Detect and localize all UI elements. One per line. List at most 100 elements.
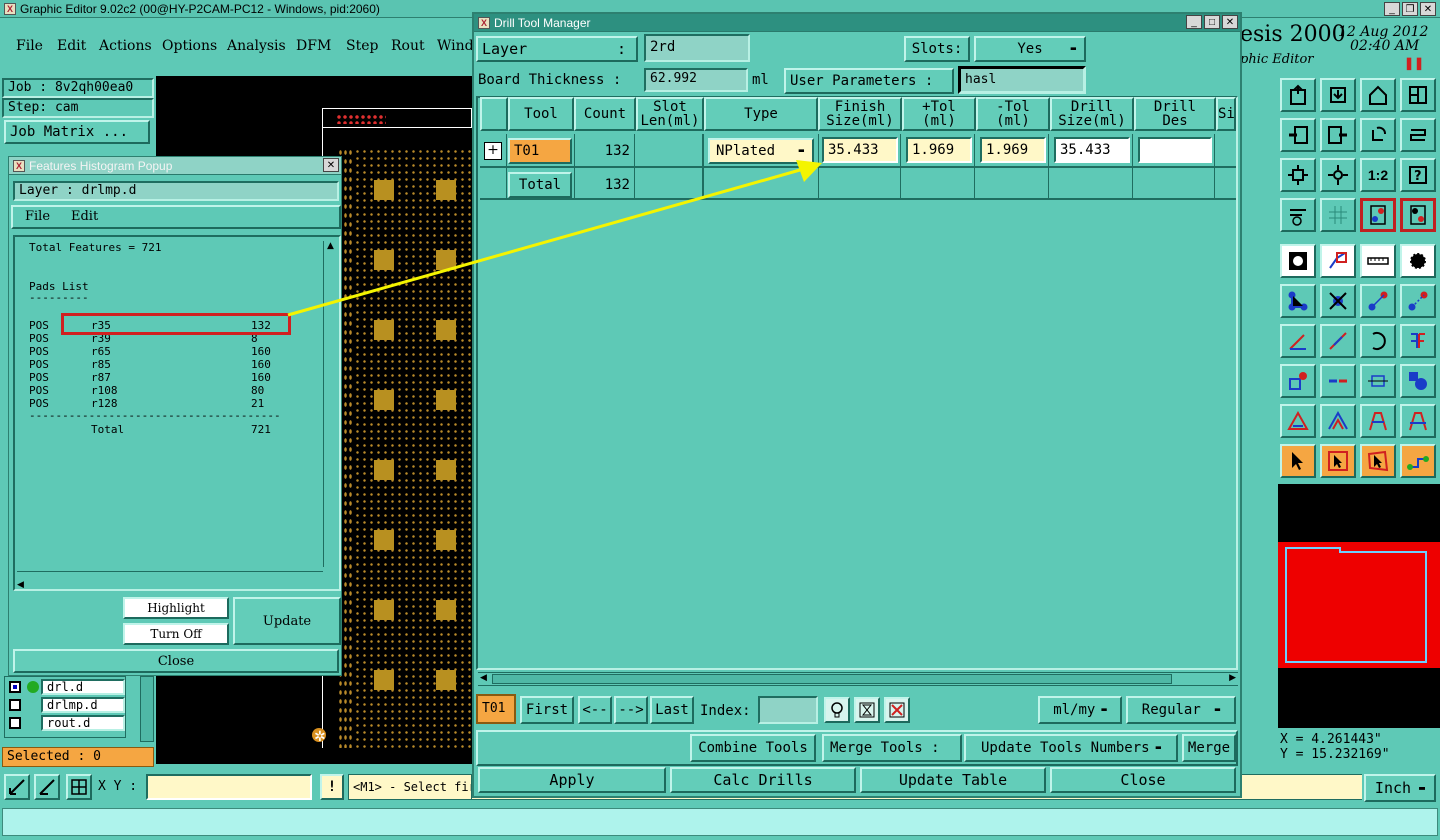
units-dropdown[interactable]: Inch ▬: [1364, 774, 1436, 802]
scale-1-2-icon[interactable]: 1:2: [1360, 158, 1396, 192]
turn-off-button[interactable]: Turn Off: [123, 623, 229, 645]
index-input[interactable]: [758, 696, 818, 724]
command-line[interactable]: [2, 808, 1438, 836]
pan-right-icon[interactable]: [1320, 118, 1356, 152]
home-icon[interactable]: [1360, 78, 1396, 112]
slots-dropdown[interactable]: Yes ▬: [974, 36, 1086, 62]
expand-row-icon[interactable]: +: [484, 142, 502, 160]
grid-icon[interactable]: [1320, 198, 1356, 232]
drill-des-input[interactable]: [1138, 137, 1212, 163]
first-button[interactable]: First: [520, 696, 574, 724]
rotate-view-icon[interactable]: [1360, 118, 1396, 152]
minimize-icon[interactable]: _: [1384, 2, 1400, 16]
menu-actions[interactable]: Actions: [99, 38, 152, 54]
line-draw-icon[interactable]: [1320, 324, 1356, 358]
plus-tol-input[interactable]: 1.969: [906, 137, 972, 163]
histogram-close-button[interactable]: Close: [13, 649, 339, 673]
select-polygon-icon[interactable]: [1360, 444, 1396, 478]
layer-button[interactable]: Layer :: [476, 36, 638, 62]
select-box-icon[interactable]: [1320, 444, 1356, 478]
layer-checkbox-drlmp[interactable]: [9, 699, 21, 711]
triangle-red-icon[interactable]: [1280, 404, 1316, 438]
menu-options[interactable]: Options: [162, 38, 217, 54]
table-horizontal-scrollbar[interactable]: ◀ ▶: [478, 672, 1238, 686]
arch-split-icon[interactable]: [1400, 404, 1436, 438]
split-line-icon[interactable]: [1320, 364, 1356, 398]
close-icon[interactable]: ✕: [1222, 15, 1238, 29]
snap-mode-icon[interactable]: [4, 774, 30, 800]
feature-outline-icon[interactable]: [1320, 244, 1356, 278]
menu-dfm[interactable]: DFM: [296, 38, 331, 54]
alert-icon[interactable]: !: [320, 774, 344, 800]
help-icon[interactable]: ?: [1400, 158, 1436, 192]
histogram-menu-edit[interactable]: Edit: [71, 209, 98, 224]
update-table-button[interactable]: Update Table: [860, 767, 1046, 793]
ruler-icon[interactable]: [1360, 244, 1396, 278]
zoom-home-icon[interactable]: [1280, 78, 1316, 112]
merge-button[interactable]: Merge: [1182, 734, 1236, 762]
move-feature-icon[interactable]: [1360, 284, 1396, 318]
layer-item-rout[interactable]: rout.d: [41, 715, 125, 731]
scroll-left-icon[interactable]: ◀: [480, 673, 487, 683]
minus-tol-input[interactable]: 1.969: [980, 137, 1046, 163]
menu-rout[interactable]: Rout: [391, 38, 425, 54]
layer-input[interactable]: 2rd: [644, 34, 750, 62]
menu-window[interactable]: Wind: [437, 38, 474, 54]
board-thickness-input[interactable]: 62.992: [644, 68, 748, 92]
layer-checkbox-drl[interactable]: [9, 681, 21, 693]
next-button[interactable]: -->: [614, 696, 648, 724]
finish-size-input[interactable]: 35.433: [822, 137, 898, 163]
combine-tools-button[interactable]: Combine Tools: [690, 734, 816, 762]
close-icon[interactable]: ✕: [1420, 2, 1436, 16]
dimension-icon[interactable]: [1360, 364, 1396, 398]
select-net-icon[interactable]: [1400, 444, 1436, 478]
units-dropdown[interactable]: ml/my ▬: [1038, 696, 1122, 724]
menu-step[interactable]: Step: [346, 38, 378, 54]
calc-drills-button[interactable]: Calc Drills: [670, 767, 856, 793]
flip-icon[interactable]: [1400, 324, 1436, 358]
menu-analysis[interactable]: Analysis: [227, 38, 286, 54]
fit-screen-icon[interactable]: [1280, 158, 1316, 192]
layer-list-scrollbar[interactable]: [140, 676, 154, 742]
close-icon[interactable]: ✕: [323, 158, 339, 172]
user-parameters-button[interactable]: User Parameters :: [784, 68, 954, 94]
job-matrix-button[interactable]: Job Matrix ...: [4, 120, 150, 144]
histogram-menu-file[interactable]: File: [25, 209, 50, 224]
pad-group-icon[interactable]: [1400, 364, 1436, 398]
center-view-icon[interactable]: [1320, 158, 1356, 192]
layer-snap-icon[interactable]: [1360, 198, 1396, 232]
clear-icon[interactable]: [884, 697, 910, 723]
maximize-icon[interactable]: □: [1204, 15, 1220, 29]
mode-dropdown[interactable]: Regular ▬: [1126, 696, 1236, 724]
split-view-icon[interactable]: [1400, 78, 1436, 112]
triangle-blue-icon[interactable]: [1320, 404, 1356, 438]
type-dropdown[interactable]: NPlated ▬: [708, 138, 814, 164]
user-parameters-input[interactable]: hasl: [958, 66, 1086, 94]
layer-item-drlmp[interactable]: drlmp.d: [41, 697, 125, 713]
last-button[interactable]: Last: [650, 696, 694, 724]
drill-size-input[interactable]: 35.433: [1054, 137, 1130, 163]
menu-file[interactable]: File: [16, 38, 43, 54]
lightbulb-icon[interactable]: [824, 697, 850, 723]
update-button[interactable]: Update: [233, 597, 341, 645]
net-connect-icon[interactable]: [1280, 284, 1316, 318]
vertical-scrollbar[interactable]: ▲: [323, 241, 337, 567]
tools-palette-icon[interactable]: [1280, 198, 1316, 232]
arc-rotate-icon[interactable]: [1360, 324, 1396, 358]
tool-t01-button[interactable]: T01: [508, 138, 572, 164]
horizontal-scrollbar[interactable]: ◀: [17, 571, 323, 590]
minimize-icon[interactable]: _: [1186, 15, 1202, 29]
menu-edit[interactable]: Edit: [57, 38, 86, 54]
xy-input[interactable]: [146, 774, 312, 800]
scroll-right-icon[interactable]: ▶: [1229, 673, 1236, 683]
feature-fill-icon[interactable]: [1280, 244, 1316, 278]
merge-mode-dropdown[interactable]: Update Tools Numbers ▬: [964, 734, 1178, 762]
highlight-button[interactable]: Highlight: [123, 597, 229, 619]
previous-button[interactable]: <--: [578, 696, 612, 724]
delete-feature-icon[interactable]: [1320, 284, 1356, 318]
zoom-down-icon[interactable]: [1320, 78, 1356, 112]
select-pointer-icon[interactable]: [1280, 444, 1316, 478]
layer-item-drl[interactable]: drl.d: [41, 679, 125, 695]
arch-icon[interactable]: [1360, 404, 1396, 438]
pause-icon[interactable]: ❚❚: [1404, 57, 1424, 69]
